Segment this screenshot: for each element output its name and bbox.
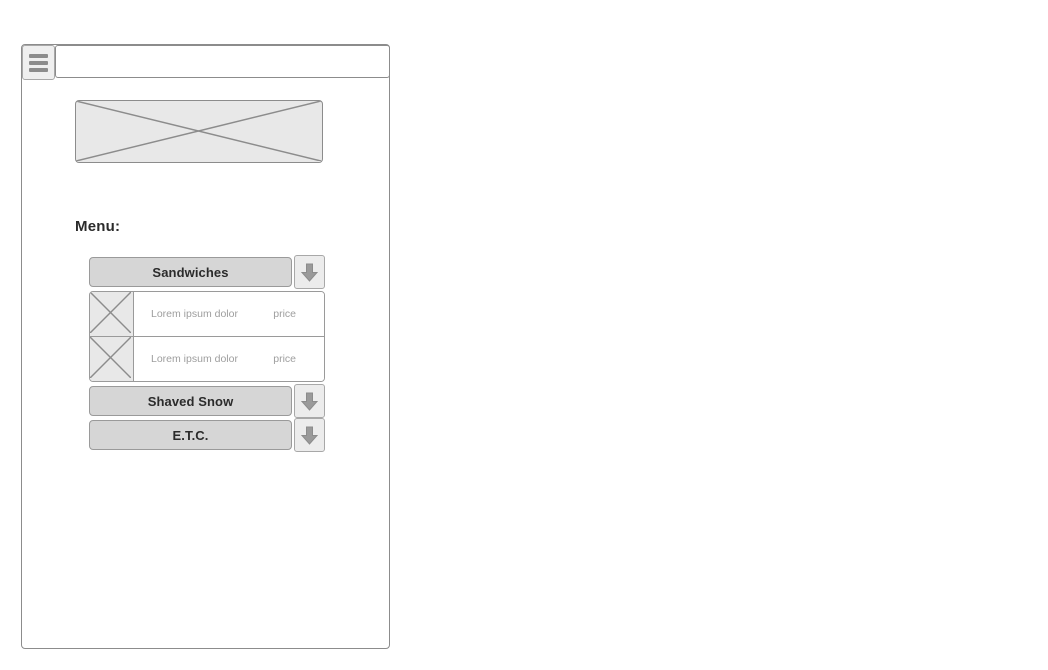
menu-item-price: price [273, 353, 296, 365]
accordion-toggle-arrow-down-icon[interactable] [294, 418, 325, 452]
search-input[interactable] [64, 50, 374, 72]
hero-image-placeholder [75, 100, 323, 163]
image-placeholder-cross-icon [90, 337, 131, 378]
menu-item-list-sandwiches: Lorem ipsum dolor price Lorem ipsum dolo… [89, 291, 325, 382]
search-field-container[interactable] [55, 45, 390, 78]
menu-item-price: price [273, 308, 296, 320]
accordion-section-etc: E.T.C. [89, 418, 325, 452]
menu-item-thumbnail [90, 337, 134, 381]
page-title: Menu: [75, 218, 121, 235]
hamburger-bar-1 [29, 53, 48, 58]
image-placeholder-cross-icon [76, 101, 321, 161]
accordion-section-sandwiches: Sandwiches Lorem ipsum dolor price Lorem… [89, 255, 325, 382]
menu-item-name: Lorem ipsum dolor [151, 308, 238, 320]
accordion-toggle-arrow-down-icon[interactable] [294, 384, 325, 418]
accordion-section-shaved-snow: Shaved Snow [89, 384, 325, 418]
arrow-down-icon [301, 392, 318, 411]
menu-item[interactable]: Lorem ipsum dolor price [90, 337, 324, 381]
hamburger-menu-icon[interactable] [22, 45, 55, 80]
accordion-header-label: Sandwiches [152, 264, 229, 280]
accordion-toggle-arrow-down-icon[interactable] [294, 255, 325, 289]
accordion-header-etc[interactable]: E.T.C. [89, 418, 325, 452]
hamburger-bar-2 [29, 60, 48, 65]
accordion-header-bar[interactable]: Shaved Snow [89, 386, 292, 416]
arrow-down-icon [301, 263, 318, 282]
accordion-header-sandwiches[interactable]: Sandwiches [89, 255, 325, 289]
accordion-header-label: Shaved Snow [147, 393, 234, 409]
accordion-header-bar[interactable]: E.T.C. [89, 420, 292, 450]
menu-accordion: Sandwiches Lorem ipsum dolor price Lorem… [89, 255, 325, 454]
menu-item-name: Lorem ipsum dolor [151, 353, 238, 365]
hamburger-bar-3 [29, 67, 48, 72]
menu-item[interactable]: Lorem ipsum dolor price [90, 292, 324, 337]
accordion-header-shaved-snow[interactable]: Shaved Snow [89, 384, 325, 418]
accordion-header-bar[interactable]: Sandwiches [89, 257, 292, 287]
app-bar [21, 45, 390, 79]
arrow-down-icon [301, 426, 318, 445]
accordion-header-label: E.T.C. [172, 427, 209, 443]
menu-item-thumbnail [90, 292, 134, 336]
image-placeholder-cross-icon [90, 292, 131, 333]
